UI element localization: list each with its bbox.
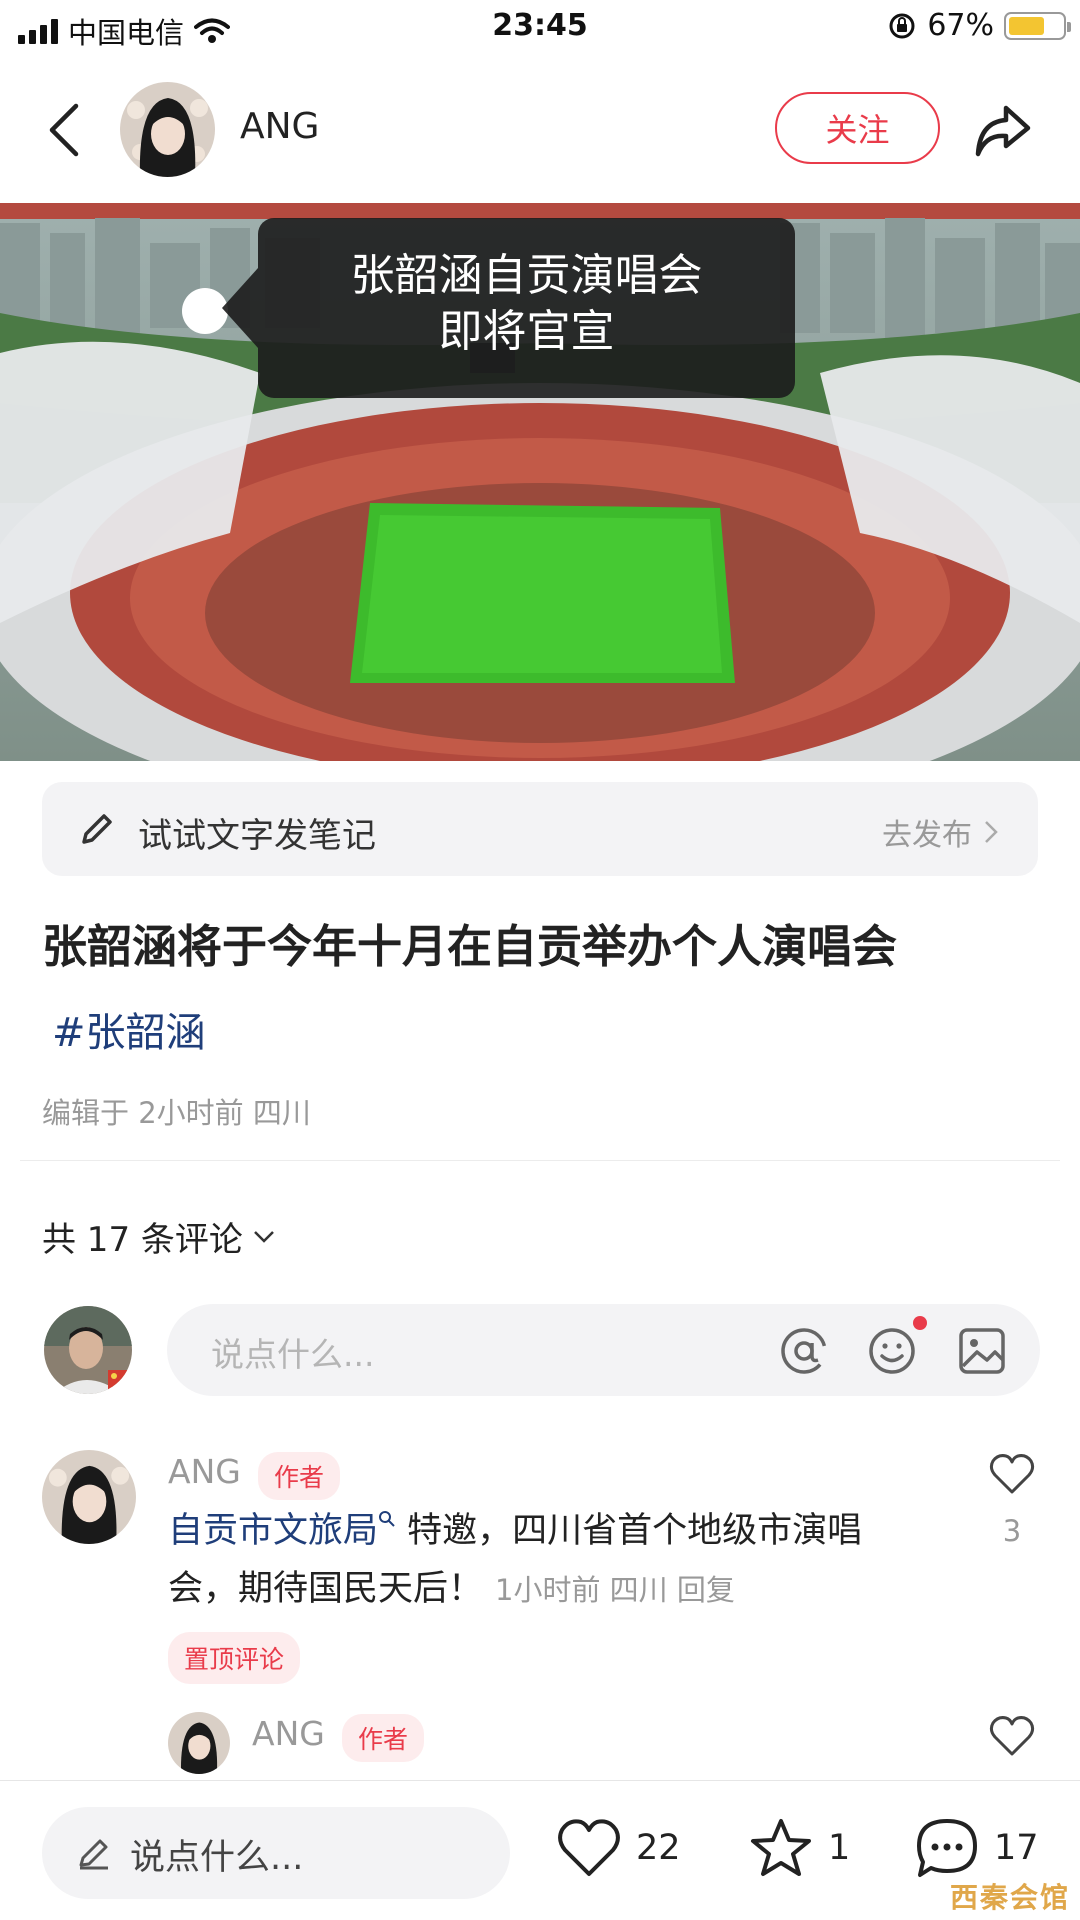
overlay-line-2: 即将官宣 — [438, 306, 615, 357]
mention-link[interactable]: 自贡市文旅局 — [168, 1511, 378, 1551]
comment-count: 17 — [994, 1828, 1039, 1868]
comment-bubble-icon — [917, 1819, 977, 1877]
divider — [20, 1160, 1060, 1161]
emoji-icon[interactable] — [867, 1326, 917, 1376]
rotation-lock-icon — [889, 13, 915, 38]
comment-heart-icon[interactable] — [988, 1452, 1036, 1496]
comment-author-name[interactable]: ANG — [168, 1452, 241, 1491]
comment-avatar[interactable] — [42, 1450, 136, 1544]
comment-meta[interactable]: 1小时前 四川 回复 — [495, 1573, 735, 1607]
publish-label: 去发布 — [882, 818, 972, 853]
status-right: 67% — [887, 8, 1071, 43]
emoji-notification-dot — [913, 1316, 927, 1330]
image-picker-icon[interactable] — [957, 1326, 1007, 1376]
comments-count-toggle[interactable]: 共 17 条评论 — [42, 1212, 275, 1261]
comment-input[interactable]: 说点什么... — [167, 1304, 1040, 1396]
reply-heart-icon[interactable] — [988, 1714, 1036, 1758]
reply-author-badge: 作者 — [342, 1714, 425, 1762]
at-mention-icon[interactable] — [779, 1326, 829, 1376]
post-meta: 编辑于 2小时前 四川 — [42, 1096, 311, 1130]
favorite-count: 1 — [828, 1828, 851, 1868]
comment-input-placeholder: 说点什么... — [211, 1335, 375, 1374]
heart-icon — [558, 1819, 620, 1876]
bottom-action-bar: 说点什么... 22 1 17 — [0, 1780, 1080, 1920]
favorite-button[interactable]: 1 — [748, 1817, 850, 1879]
reply-author-name[interactable]: ANG — [252, 1714, 325, 1753]
overlay-line-1: 张韶涵自贡演唱会 — [350, 250, 703, 301]
reply-avatar[interactable] — [168, 1712, 230, 1774]
battery-fill — [1009, 16, 1044, 35]
post-title: 张韶涵将于今年十月在自贡举办个人演唱会 — [42, 920, 898, 973]
battery-icon — [1004, 11, 1071, 40]
publish-link[interactable]: 去发布 — [882, 810, 998, 854]
chevron-right-icon — [985, 821, 998, 843]
like-count: 22 — [636, 1828, 681, 1868]
like-button[interactable]: 22 — [556, 1817, 681, 1879]
my-avatar — [44, 1306, 132, 1394]
post-hashtag[interactable]: #张韶涵 — [52, 1000, 206, 1058]
watermark: 西秦会馆 — [949, 1881, 1070, 1914]
comment-text: 自贡市文旅局 特邀，四川省首个地级市演唱会，期待国民天后！ 1小时前 四川 回复 — [168, 1502, 928, 1619]
pinned-comment-badge: 置顶评论 — [168, 1632, 301, 1684]
try-text-note-bar[interactable]: 试试文字发笔记 去发布 — [42, 782, 1038, 876]
share-icon[interactable] — [972, 100, 1034, 160]
author-avatar[interactable] — [120, 82, 215, 177]
star-icon — [751, 1819, 811, 1876]
comment-like-count: 3 — [1002, 1514, 1022, 1548]
bottom-comment-input[interactable]: 说点什么... — [42, 1807, 510, 1899]
follow-button[interactable]: 关注 — [775, 92, 940, 164]
pencil-icon — [82, 814, 112, 844]
draft-prompt: 试试文字发笔记 — [138, 816, 376, 856]
back-arrow-icon[interactable] — [44, 100, 84, 160]
battery-percent: 67% — [927, 8, 994, 43]
status-bar: 中国电信 23:45 67% — [0, 0, 1080, 54]
bottom-input-placeholder: 说点什么... — [130, 1838, 304, 1878]
pencil-icon — [79, 1839, 108, 1870]
chevron-down-icon — [254, 1230, 274, 1243]
author-badge: 作者 — [258, 1452, 341, 1500]
comments-count-label: 共 17 条评论 — [42, 1220, 243, 1260]
note-image[interactable]: 张韶涵自贡演唱会 即将官宣 — [0, 203, 1080, 761]
author-name[interactable]: ANG — [240, 106, 319, 147]
comment-button[interactable]: 17 — [914, 1817, 1039, 1879]
image-overlay-caption: 张韶涵自贡演唱会 即将官宣 — [222, 218, 795, 398]
note-header: ANG 关注 — [0, 70, 1080, 190]
search-icon — [379, 1511, 395, 1527]
